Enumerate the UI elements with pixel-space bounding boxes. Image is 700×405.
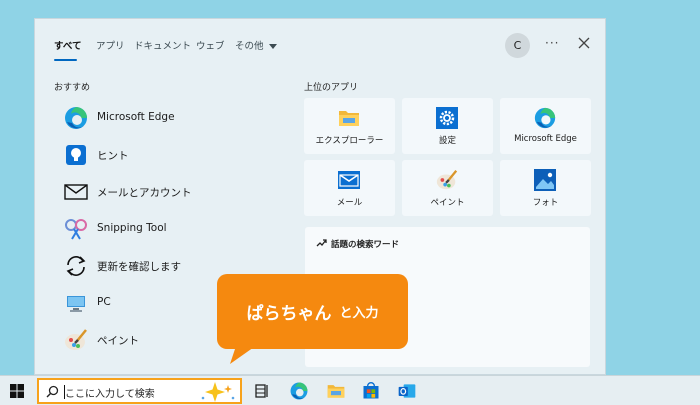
recommended-title: おすすめ <box>54 83 91 93</box>
paint-icon <box>65 329 87 350</box>
app-tile-explorer[interactable]: エクスプローラー <box>304 98 395 154</box>
rec-item-mail-accounts[interactable]: メールとアカウント <box>59 175 277 207</box>
edge-taskbar-icon[interactable] <box>289 381 309 401</box>
rec-item-label: メールとアカウント <box>97 187 192 199</box>
app-tile-edge[interactable]: Microsoft Edge <box>500 98 591 154</box>
paint-icon <box>436 170 458 190</box>
folder-icon <box>339 111 359 126</box>
rec-item-label: ペイント <box>97 335 139 347</box>
app-tile-paint[interactable]: ペイント <box>402 160 493 216</box>
active-tab-indicator <box>54 59 77 61</box>
app-tile-label: フォト <box>532 198 559 208</box>
rec-item-edge[interactable]: Microsoft Edge <box>59 101 277 133</box>
outlook-icon[interactable] <box>397 381 417 401</box>
file-explorer-icon[interactable] <box>326 381 346 401</box>
app-tile-label: ペイント <box>430 198 465 208</box>
tab-web[interactable]: ウェブ <box>196 38 225 52</box>
photos-icon <box>534 169 556 191</box>
rec-item-tips[interactable]: ヒント <box>59 138 277 170</box>
taskbar: ここに入力して検索 <box>0 375 700 405</box>
app-tile-label: Microsoft Edge <box>514 134 577 144</box>
rec-item-label: Microsoft Edge <box>97 111 175 123</box>
app-tile-label: 設定 <box>438 136 456 146</box>
rec-item-label: ヒント <box>97 150 129 162</box>
search-tabs: すべて アプリ ドキュメント ウェブ その他 C ··· <box>35 19 605 69</box>
snipping-tool-icon <box>65 219 87 240</box>
tab-more-label: その他 <box>235 41 264 52</box>
app-tile-mail[interactable]: メール <box>304 160 395 216</box>
app-tile-settings[interactable]: 設定 <box>402 98 493 154</box>
close-icon[interactable] <box>578 37 590 49</box>
sparkle-icon <box>201 382 235 402</box>
instruction-callout: ぱらちゃん と入力 <box>217 274 408 349</box>
edge-icon <box>534 107 556 129</box>
tips-icon <box>66 145 86 165</box>
mail-icon <box>338 171 360 189</box>
search-icon <box>46 385 59 398</box>
callout-instruction: と入力 <box>339 306 379 321</box>
pc-icon <box>67 296 85 312</box>
windows-start-icon[interactable] <box>8 382 26 400</box>
rec-item-snipping-tool[interactable]: Snipping Tool <box>59 212 277 244</box>
trending-arrow-icon <box>316 239 327 247</box>
edge-icon <box>65 107 87 129</box>
tab-apps[interactable]: アプリ <box>96 38 125 52</box>
more-options-icon[interactable]: ··· <box>545 36 559 50</box>
taskbar-search-box[interactable]: ここに入力して検索 <box>37 378 242 404</box>
tab-more[interactable]: その他 <box>235 38 277 52</box>
rec-item-label: Snipping Tool <box>97 222 167 234</box>
settings-gear-icon <box>436 107 458 129</box>
callout-keyword: ぱらちゃん <box>246 304 332 324</box>
tab-all[interactable]: すべて <box>54 38 81 52</box>
top-apps-title: 上位のアプリ <box>304 83 359 93</box>
rec-item-label: 更新を確認します <box>97 261 181 273</box>
trending-searches-title: 話題の検索ワード <box>331 240 400 250</box>
app-tile-photos[interactable]: フォト <box>500 160 591 216</box>
tab-documents[interactable]: ドキュメント <box>134 38 191 52</box>
account-avatar[interactable]: C <box>505 33 530 58</box>
app-tile-label: メール <box>336 198 363 208</box>
store-icon[interactable] <box>361 381 381 401</box>
sync-icon <box>66 256 86 276</box>
app-tile-label: エクスプローラー <box>315 136 384 146</box>
rec-item-label: PC <box>97 296 111 308</box>
callout-text: ぱらちゃん と入力 <box>217 274 408 349</box>
search-input[interactable]: ここに入力して検索 <box>65 385 155 400</box>
chevron-down-icon <box>268 44 277 49</box>
mail-outline-icon <box>64 184 88 200</box>
task-view-icon[interactable] <box>252 381 272 401</box>
